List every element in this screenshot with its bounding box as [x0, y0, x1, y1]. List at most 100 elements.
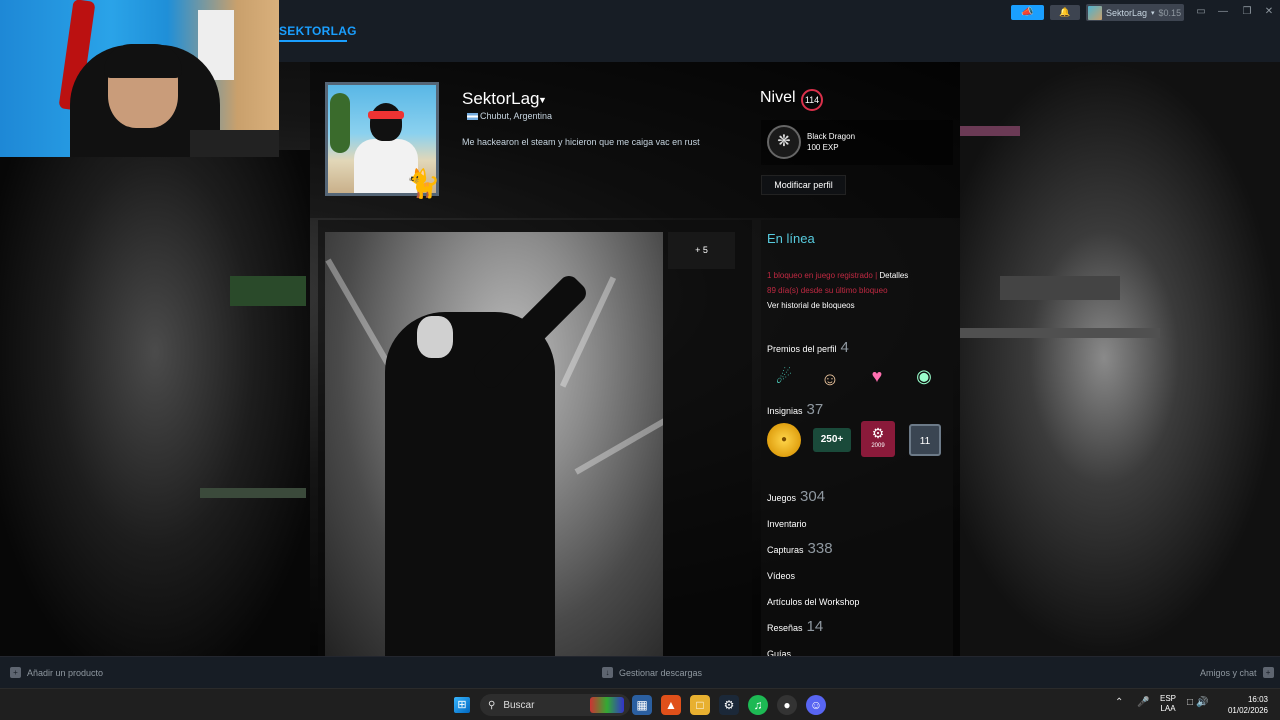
windows-taskbar: ⊞ ⚲ Buscar ▦ ▲ □ ⚙ ♫ ● ☺ ⌃ 🎤 ESP LAA □🔊 … [0, 688, 1280, 720]
search-placeholder: Buscar [503, 699, 535, 711]
ban-count-text: 1 bloqueo en juego registrado | [767, 271, 880, 280]
nav-active-underline [279, 40, 347, 42]
ban-history-link[interactable]: Ver historial de bloqueos [767, 301, 855, 310]
discord-icon[interactable]: ☺ [806, 695, 826, 715]
stage-light [325, 258, 391, 366]
games-250-badge[interactable]: 250+ [813, 428, 851, 452]
steam-years-badge[interactable]: ⚙ 2009 [861, 421, 895, 457]
reviews-link[interactable]: Reseñas 14 [767, 618, 823, 635]
profile-location: Chubut, Argentina [480, 111, 553, 121]
close-icon[interactable]: ✕ [1260, 6, 1278, 17]
minimize-icon[interactable]: — [1214, 6, 1232, 17]
chevron-down-icon: ▾ [1151, 9, 1155, 17]
steam-logo-icon: ⚙ [871, 425, 885, 441]
awards-count: 4 [840, 339, 849, 356]
online-status: En línea [767, 231, 815, 246]
badges-count: 37 [806, 401, 824, 418]
clock-date: 01/02/2026 [1227, 706, 1268, 715]
workshop-link[interactable]: Artículos del Workshop [767, 597, 859, 607]
obs-icon[interactable]: ● [777, 695, 797, 715]
profile-summary: Me hackearon el steam y hicieron que me … [462, 137, 700, 147]
file-explorer-icon[interactable]: □ [690, 695, 710, 715]
task-view-icon[interactable]: ▦ [632, 695, 652, 715]
taskbar-search[interactable]: ⚲ Buscar [480, 694, 630, 716]
flag-icon [467, 113, 478, 120]
avatar-shades [368, 111, 404, 119]
screenshots-link[interactable]: Capturas 338 [767, 540, 833, 557]
coin-badge-icon[interactable]: ● [767, 423, 801, 457]
reviews-label: Reseñas [767, 623, 803, 633]
manage-downloads-label: Gestionar descargas [619, 667, 703, 678]
chevron-up-icon[interactable]: ⌃ [1115, 697, 1123, 708]
heart-award-icon[interactable]: ♥ [861, 363, 893, 389]
dragon-badge-icon[interactable]: ❋ [767, 125, 801, 159]
badges-link[interactable]: Insignias 37 [767, 401, 823, 418]
baby-award-icon[interactable]: ☺ [817, 366, 843, 392]
maximize-icon[interactable]: ❐ [1238, 6, 1256, 17]
background-art-right [960, 60, 1280, 656]
plus-icon: + [10, 667, 21, 678]
friends-chat-label: Amigos y chat [1200, 667, 1257, 678]
artwork-showcase-image[interactable] [325, 232, 663, 656]
cat-icon: 🐈 [405, 168, 441, 199]
background-art-left [0, 150, 310, 656]
years-of-service-badge[interactable]: 11 [909, 424, 941, 456]
account-name: SektorLag [1106, 7, 1148, 18]
glitch-strip [960, 328, 1160, 338]
screenshots-label: Capturas [767, 545, 804, 555]
account-menu[interactable]: SektorLag ▾ $0.15 [1086, 4, 1184, 21]
performer-face [417, 316, 453, 358]
showcase-more-button[interactable]: + 5 [668, 232, 735, 269]
level-label: Nivel [760, 89, 796, 106]
account-balance: $0.15 [1158, 7, 1182, 18]
videos-link[interactable]: Vídeos [767, 571, 795, 581]
microphone-icon[interactable]: 🎤 [1137, 697, 1149, 708]
spotify-icon[interactable]: ♫ [748, 695, 768, 715]
system-clock[interactable]: 16:03 01/02/2026 [1226, 694, 1268, 716]
clock-time: 16:03 [1247, 695, 1268, 704]
lang-code: ESP [1160, 694, 1177, 703]
inventory-link[interactable]: Inventario [767, 519, 807, 529]
add-product-button[interactable]: + Añadir un producto [10, 667, 103, 678]
favorite-badge-name[interactable]: Black Dragon [807, 132, 855, 141]
friends-chat-button[interactable]: Amigos y chat + [1200, 667, 1274, 678]
megaphone-icon[interactable]: 📣 [1011, 5, 1044, 20]
globe-award-icon[interactable]: ◉ [911, 363, 937, 389]
brave-browser-icon[interactable]: ▲ [661, 695, 681, 715]
favorite-badge-xp: 100 EXP [807, 143, 839, 152]
language-indicator[interactable]: ESP LAA [1160, 694, 1176, 714]
search-icon: ⚲ [488, 699, 496, 711]
keyboard-layout: LAA [1160, 704, 1176, 713]
games-count: 304 [800, 488, 826, 505]
glitch-strip [230, 276, 306, 306]
avatar-palm [330, 93, 350, 153]
games-label: Juegos [767, 493, 797, 503]
games-link[interactable]: Juegos 304 [767, 488, 825, 505]
guides-link[interactable]: Guías [767, 649, 791, 656]
bell-icon[interactable]: 🔔 [1050, 5, 1080, 20]
glitch-strip [960, 126, 1020, 136]
ban-status: 1 bloqueo en juego registrado | Detalles [767, 271, 908, 280]
network-volume-icons[interactable]: □🔊 [1187, 697, 1212, 708]
stage-light [574, 409, 663, 475]
account-avatar [1088, 5, 1102, 20]
steam-icon[interactable]: ⚙ [719, 695, 739, 715]
webcam-overlay [0, 0, 279, 157]
ban-details-link[interactable]: Detalles [879, 271, 908, 280]
chevron-down-icon[interactable]: ▼ [538, 95, 547, 105]
persona-name[interactable]: SektorLag [462, 89, 540, 109]
download-icon: ↓ [602, 667, 613, 678]
reviews-count: 14 [806, 618, 824, 635]
edit-profile-button[interactable]: Modificar perfil [761, 175, 846, 195]
comet-award-icon[interactable]: ☄ [771, 364, 797, 390]
ban-days: 89 día(s) desde su último bloqueo [767, 286, 888, 295]
webcam-headphones [104, 44, 182, 78]
nav-profile-name[interactable]: SEKTORLAG [279, 24, 357, 38]
awards-link[interactable]: Premios del perfil 4 [767, 339, 849, 356]
chat-icon: + [1262, 667, 1274, 678]
performer-silhouette [385, 312, 555, 656]
big-picture-icon[interactable]: ▭ [1192, 6, 1210, 17]
manage-downloads-button[interactable]: ↓ Gestionar descargas [602, 667, 702, 678]
level-badge[interactable]: 114 [801, 89, 823, 111]
windows-start-icon[interactable]: ⊞ [454, 697, 470, 713]
